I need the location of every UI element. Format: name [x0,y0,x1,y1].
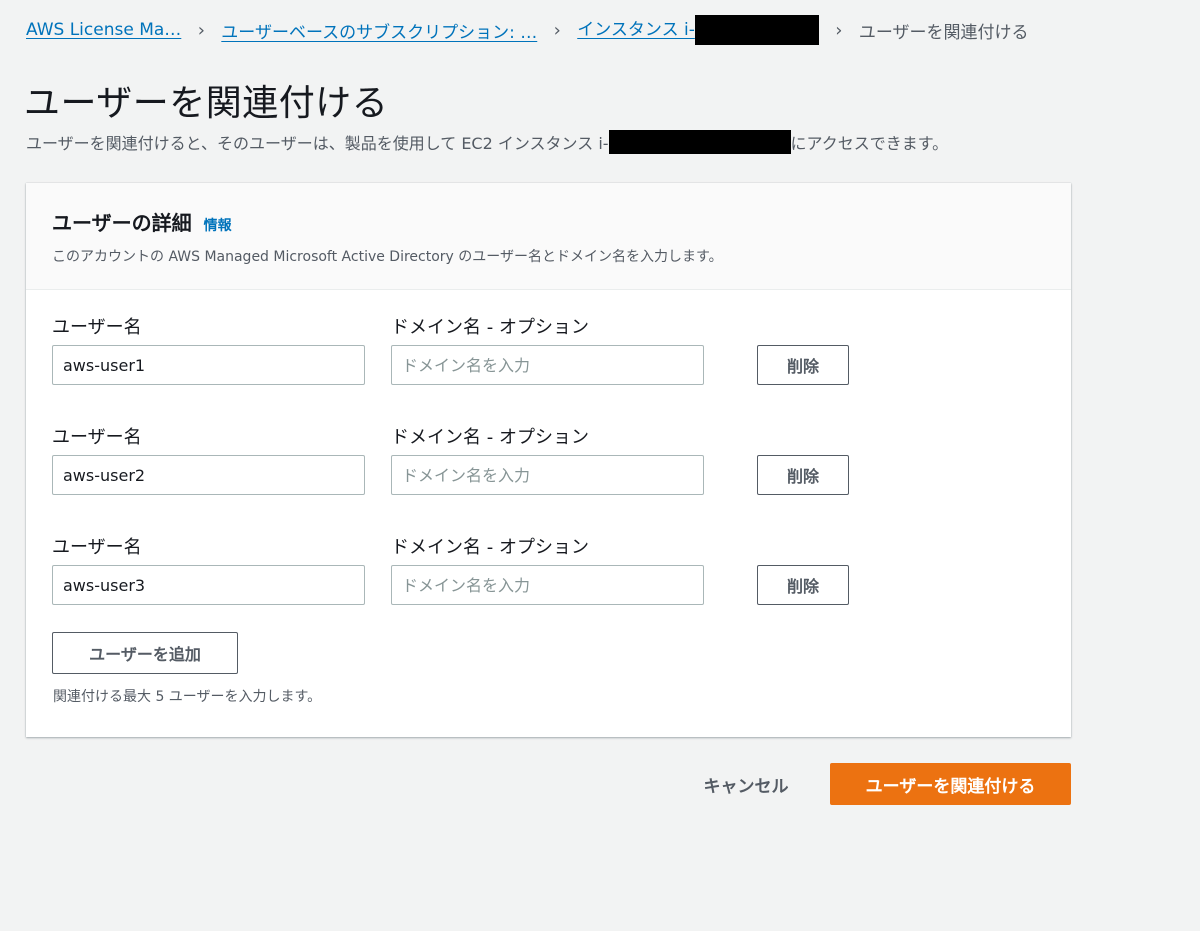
breadcrumb-subscriptions[interactable]: ユーザーベースのサブスクリプション: … [221,18,537,43]
associate-users-button[interactable]: ユーザーを関連付ける [830,763,1071,805]
username-label: ユーザー名 [52,427,142,448]
panel-title: ユーザーの詳細 情報 [52,207,1045,236]
domain-input[interactable] [391,455,704,495]
page-description: ユーザーを関連付けると、そのユーザーは、製品を使用して EC2 インスタンス i… [26,130,948,154]
add-user-button[interactable]: ユーザーを追加 [52,632,238,674]
username-input[interactable] [52,455,365,495]
username-input[interactable] [52,565,365,605]
breadcrumb-instance[interactable]: インスタンス i- [577,15,819,45]
username-label: ユーザー名 [52,317,142,338]
user-rows: ユーザー名 ドメイン名 - オプション 削除 ユーザー名 ドメイン名 - オプシ… [52,313,1052,643]
user-row: ユーザー名 ドメイン名 - オプション 削除 [52,313,1052,423]
breadcrumb-license-manager[interactable]: AWS License Ma… [26,20,181,40]
user-details-panel: ユーザーの詳細 情報 このアカウントの AWS Managed Microsof… [26,183,1071,737]
domain-input[interactable] [391,345,704,385]
max-users-hint: 関連付ける最大 5 ユーザーを入力します。 [53,689,322,705]
remove-user-button[interactable]: 削除 [757,565,849,605]
page-description-text: ユーザーを関連付けると、そのユーザーは、製品を使用して EC2 インスタンス i… [26,134,609,153]
domain-input[interactable] [391,565,704,605]
user-row: ユーザー名 ドメイン名 - オプション 削除 [52,533,1052,643]
panel-header: ユーザーの詳細 情報 このアカウントの AWS Managed Microsof… [26,183,1071,290]
panel-description: このアカウントの AWS Managed Microsoft Active Di… [52,249,723,265]
remove-user-button[interactable]: 削除 [757,455,849,495]
info-link[interactable]: 情報 [204,215,232,235]
panel-title-text: ユーザーの詳細 [52,211,192,235]
user-row: ユーザー名 ドメイン名 - オプション 削除 [52,423,1052,533]
chevron-right-icon: › [197,19,205,41]
domain-label: ドメイン名 - オプション [391,427,589,448]
breadcrumb-instance-label[interactable]: インスタンス i- [577,20,695,40]
page-description-suffix: にアクセスできます。 [790,134,949,153]
username-input[interactable] [52,345,365,385]
domain-label: ドメイン名 - オプション [391,537,589,558]
breadcrumb-current: ユーザーを関連付ける [858,22,1029,43]
cancel-button[interactable]: キャンセル [684,763,808,805]
redaction-block [694,15,819,45]
page-title: ユーザーを関連付ける [24,83,389,124]
redaction-block [608,130,791,154]
username-label: ユーザー名 [52,537,142,558]
chevron-right-icon: › [553,19,561,41]
remove-user-button[interactable]: 削除 [757,345,849,385]
domain-label: ドメイン名 - オプション [391,317,589,338]
chevron-right-icon: › [835,19,843,41]
breadcrumb: AWS License Ma… › ユーザーベースのサブスクリプション: … ›… [26,15,1029,45]
